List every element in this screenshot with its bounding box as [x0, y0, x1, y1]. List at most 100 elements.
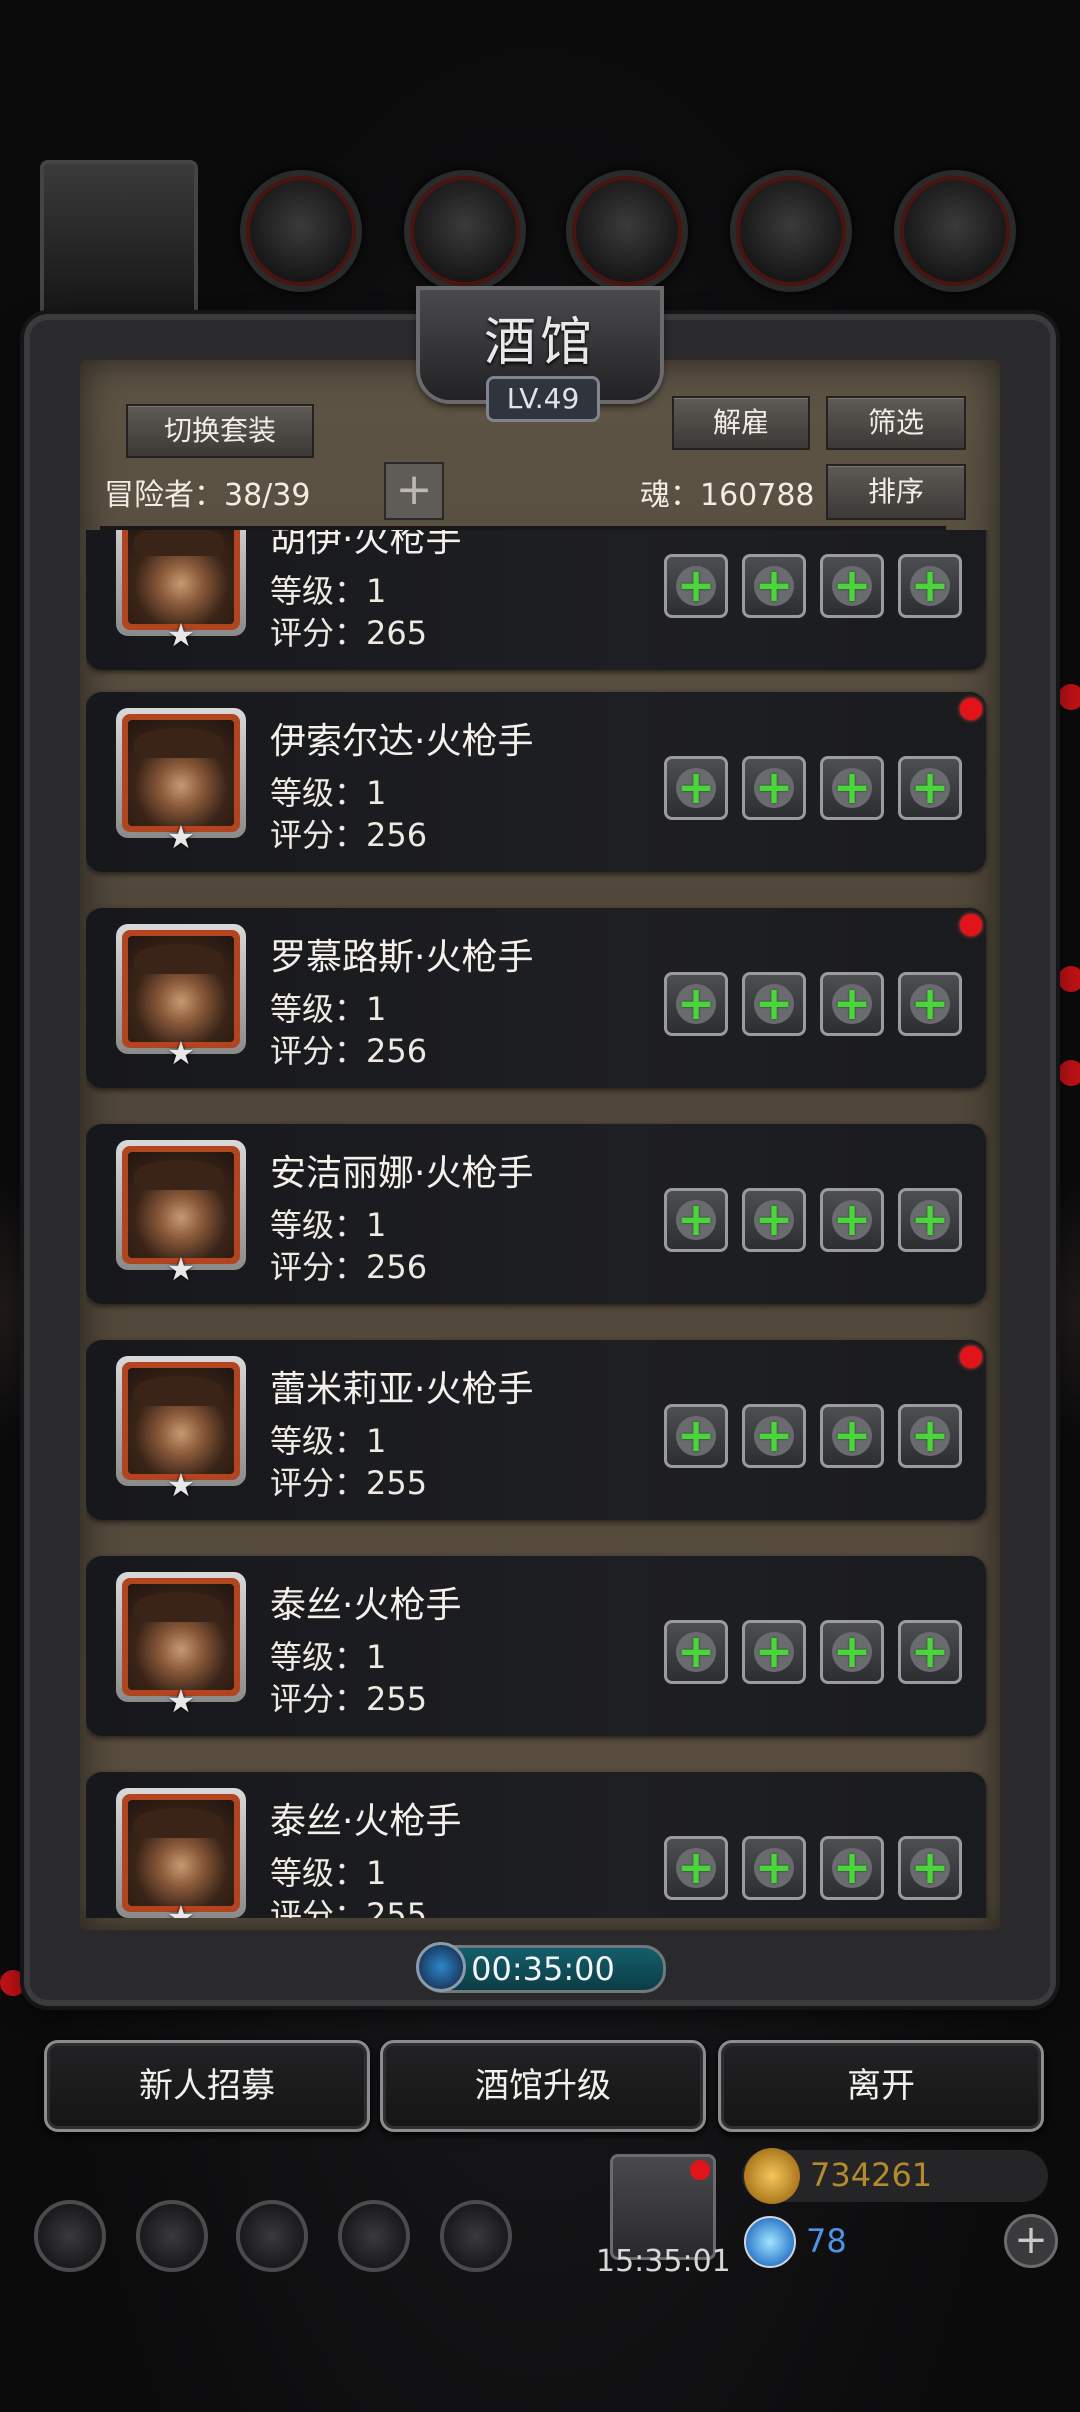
list-item[interactable]: ★ 泰丝·火枪手 等级：1 评分：255 + + + + — [86, 1772, 986, 1918]
tavern-level-badge: LV.49 — [486, 376, 600, 422]
wood-resource-icon — [404, 170, 526, 292]
gem-icon — [744, 2216, 796, 2268]
armor-slot-icon[interactable]: + — [742, 756, 806, 820]
add-currency-button[interactable]: + — [1004, 2214, 1058, 2268]
accessory-slot-icon[interactable]: + — [898, 972, 962, 1036]
adventurer-name: 罗慕路斯·火枪手 — [270, 937, 534, 978]
recruit-button[interactable]: 新人招募 — [44, 2040, 370, 2132]
accessory-slot-icon[interactable]: + — [898, 1620, 962, 1684]
adventurer-name: 伊索尔达·火枪手 — [270, 721, 534, 762]
accessory-slot-icon[interactable]: + — [898, 1404, 962, 1468]
helmet-slot-icon[interactable]: + — [820, 1404, 884, 1468]
add-adventurer-slot-button[interactable]: + — [384, 462, 444, 520]
side-notification-dot — [1058, 966, 1080, 992]
meat-resource-icon — [240, 170, 362, 292]
list-item[interactable]: ★ 泰丝·火枪手 等级：1 评分：255 + + + + — [86, 1556, 986, 1736]
adventurer-score: 评分：255 — [270, 1680, 428, 1718]
side-notification-dot — [1058, 684, 1080, 710]
gold-coin-icon — [744, 2148, 800, 2204]
new-badge-dot — [690, 2160, 710, 2180]
upgrade-tavern-button[interactable]: 酒馆升级 — [380, 2040, 706, 2132]
helmet-slot-icon[interactable]: + — [820, 554, 884, 618]
accessory-slot-icon[interactable]: + — [898, 756, 962, 820]
sort-button[interactable]: 排序 — [826, 464, 966, 520]
rank-star-icon: ★ — [166, 616, 196, 654]
rank-star-icon: ★ — [166, 1034, 196, 1072]
crystal-resource-icon — [730, 170, 852, 292]
new-badge-dot — [960, 698, 982, 720]
armor-slot-icon[interactable]: + — [742, 554, 806, 618]
codex-icon[interactable] — [236, 2200, 308, 2272]
list-item[interactable]: ★ 蕾米莉亚·火枪手 等级：1 评分：255 + + + + — [86, 1340, 986, 1520]
gold-amount: 734261 — [810, 2156, 933, 2194]
new-badge-dot — [960, 914, 982, 936]
rank-star-icon: ★ — [166, 1682, 196, 1720]
adventurer-score: 评分：256 — [270, 1248, 428, 1286]
list-item[interactable]: ★ 罗慕路斯·火枪手 等级：1 评分：256 + + + + — [86, 908, 986, 1088]
adventurer-score: 评分：255 — [270, 1896, 428, 1918]
adventurer-name: 胡伊·火枪手 — [270, 530, 462, 560]
adventurer-level: 等级：1 — [270, 1206, 387, 1244]
adventurer-score: 评分：255 — [270, 1464, 428, 1502]
rank-star-icon: ★ — [166, 1250, 196, 1288]
adventurer-score: 评分：265 — [270, 614, 428, 652]
armor-slot-icon[interactable]: + — [742, 1188, 806, 1252]
stone-resource-icon — [894, 170, 1016, 292]
adventurer-name: 泰丝·火枪手 — [270, 1801, 462, 1842]
list-item[interactable]: ★ 安洁丽娜·火枪手 等级：1 评分：256 + + + + — [86, 1124, 986, 1304]
soul-count: 魂：160788 — [640, 478, 815, 513]
adventurer-name: 泰丝·火枪手 — [270, 1585, 462, 1626]
gem-amount: 78 — [806, 2222, 847, 2260]
rank-star-icon: ★ — [166, 1466, 196, 1504]
weapon-slot-icon[interactable]: + — [664, 1188, 728, 1252]
panel-title: 酒馆 — [483, 313, 596, 373]
adventurer-count: 冒险者：38/39 — [104, 478, 311, 513]
adventurer-level: 等级：1 — [270, 990, 387, 1028]
rank-star-icon: ★ — [166, 818, 196, 856]
accessory-slot-icon[interactable]: + — [898, 1836, 962, 1900]
list-item[interactable]: ★ 胡伊·火枪手 等级：1 评分：265 + + + + — [86, 530, 986, 670]
settings-gear-icon[interactable] — [34, 2200, 106, 2272]
adventurer-score: 评分：256 — [270, 816, 428, 854]
filter-button[interactable]: 筛选 — [826, 396, 966, 450]
adventurer-name: 安洁丽娜·火枪手 — [270, 1153, 534, 1194]
iron-resource-icon — [566, 170, 688, 292]
adventurer-level: 等级：1 — [270, 774, 387, 812]
helmet-slot-icon[interactable]: + — [820, 1620, 884, 1684]
side-notification-dot — [0, 1970, 26, 1996]
helmet-slot-icon[interactable]: + — [820, 1188, 884, 1252]
helmet-slot-icon[interactable]: + — [820, 756, 884, 820]
adventurer-level: 等级：1 — [270, 1638, 387, 1676]
weapon-slot-icon[interactable]: + — [664, 756, 728, 820]
weapon-slot-icon[interactable]: + — [664, 1620, 728, 1684]
adventurer-list[interactable]: ★ 胡伊·火枪手 等级：1 评分：265 + + + + ★ 伊索尔达·火枪手 … — [86, 530, 992, 1918]
player-portrait[interactable] — [40, 160, 198, 318]
armor-slot-icon[interactable]: + — [742, 1836, 806, 1900]
new-badge-dot — [960, 1346, 982, 1368]
cube-icon[interactable] — [440, 2200, 512, 2272]
weapon-slot-icon[interactable]: + — [664, 1836, 728, 1900]
accessory-slot-icon[interactable]: + — [898, 1188, 962, 1252]
armor-slot-icon[interactable]: + — [742, 1620, 806, 1684]
list-item[interactable]: ★ 伊索尔达·火枪手 等级：1 评分：256 + + + + — [86, 692, 986, 872]
helmet-slot-icon[interactable]: + — [820, 972, 884, 1036]
adventurer-score: 评分：256 — [270, 1032, 428, 1070]
weapon-slot-icon[interactable]: + — [664, 1404, 728, 1468]
armor-slot-icon[interactable]: + — [742, 1404, 806, 1468]
adventurer-level: 等级：1 — [270, 1422, 387, 1460]
rank-star-icon: ★ — [166, 1898, 196, 1918]
adventurer-level: 等级：1 — [270, 1854, 387, 1892]
weapon-slot-icon[interactable]: + — [664, 554, 728, 618]
weapon-slot-icon[interactable]: + — [664, 972, 728, 1036]
dismiss-button[interactable]: 解雇 — [672, 396, 810, 450]
achievement-icon[interactable] — [136, 2200, 208, 2272]
accessory-slot-icon[interactable]: + — [898, 554, 962, 618]
leave-button[interactable]: 离开 — [718, 2040, 1044, 2132]
helmet-slot-icon[interactable]: + — [820, 1836, 884, 1900]
armor-slot-icon[interactable]: + — [742, 972, 806, 1036]
mail-icon[interactable] — [338, 2200, 410, 2272]
adventurer-level: 等级：1 — [270, 572, 387, 610]
switch-outfit-button[interactable]: 切换套装 — [126, 404, 314, 458]
side-notification-dot — [1058, 1060, 1080, 1086]
gift-timer: 15:35:01 — [596, 2244, 731, 2279]
